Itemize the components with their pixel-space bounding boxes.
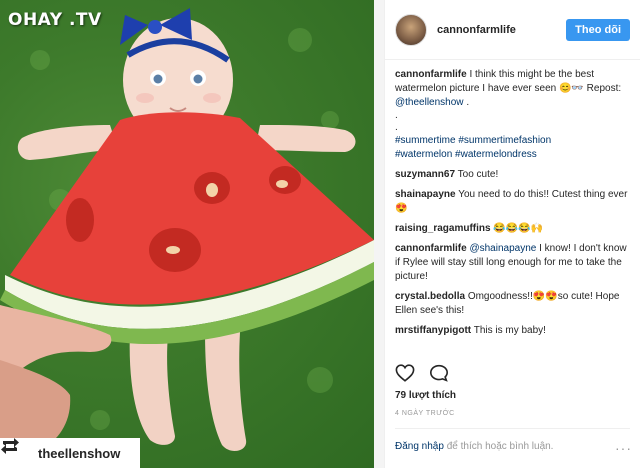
comment-username[interactable]: crystal.bedolla [395, 291, 465, 302]
comment-text: This is my baby! [473, 325, 546, 336]
caption-username[interactable]: cannonfarmlife [395, 69, 467, 80]
comments-list: cannonfarmlife I think this might be the… [385, 60, 640, 356]
comment: cannonfarmlife @shainapayne I know! I do… [395, 242, 630, 284]
hashtag[interactable]: #watermelon [395, 149, 452, 160]
hashtag[interactable]: #summertime [395, 135, 456, 146]
like-count[interactable]: 79 lượt thích [395, 390, 456, 401]
comment-username[interactable]: suzymann67 [395, 169, 455, 180]
caption-dot: . [395, 110, 398, 121]
hashtag-line: #summertime #summertimefashion [395, 134, 630, 148]
repost-bar: theellenshow [0, 438, 140, 468]
hashtag[interactable]: #summertimefashion [458, 135, 551, 146]
comment-text: Too cute! [457, 169, 499, 180]
comment-icon[interactable] [429, 364, 449, 382]
post-photo[interactable]: OHAY .TV theellenshow [0, 0, 374, 468]
comment: shainapayne You need to do this!! Cutest… [395, 188, 630, 216]
follow-button[interactable]: Theo dõi [566, 18, 630, 41]
comment-mention[interactable]: @shainapayne [469, 243, 536, 254]
login-prompt: Đăng nhập để thích hoặc bình luận. [395, 441, 553, 452]
avatar[interactable] [395, 13, 427, 46]
watermark-logo: OHAY .TV [8, 10, 102, 30]
comment-username[interactable]: mrstiffanypigott [395, 325, 471, 336]
login-link[interactable]: Đăng nhập [395, 441, 444, 452]
comment: mrstiffanypigott This is my baby! [395, 324, 630, 338]
caption-repost-prefix: Repost: [586, 83, 622, 94]
comment-text: 😂😂😂🙌 [493, 223, 544, 234]
heart-icon[interactable] [395, 364, 415, 382]
baby-watermelon-illustration [0, 8, 374, 455]
comment: raising_ragamuffins 😂😂😂🙌 [395, 222, 630, 236]
more-options-icon[interactable]: ··· [615, 440, 632, 456]
comment: suzymann67 Too cute! [395, 168, 630, 182]
comment: crystal.bedolla Omgoodness!!😍😍so cute! H… [395, 290, 630, 318]
divider [395, 428, 630, 429]
post-timestamp: 4 NGÀY TRƯỚC [395, 410, 455, 417]
action-bar [395, 364, 449, 382]
hashtag-line: #watermelon #watermelondress [395, 148, 630, 162]
post-header: cannonfarmlife Theo dõi [385, 0, 640, 60]
caption: cannonfarmlife I think this might be the… [395, 68, 630, 162]
caption-dot: . [395, 122, 398, 133]
repost-handle[interactable]: theellenshow [38, 446, 120, 461]
login-text: để thích hoặc bình luận. [443, 441, 554, 452]
caption-repost-handle[interactable]: @theellenshow [395, 97, 464, 108]
comment-username[interactable]: cannonfarmlife [395, 243, 467, 254]
repost-icon [1, 438, 30, 462]
post-sidebar: cannonfarmlife Theo dõi cannonfarmlife I… [384, 0, 640, 468]
hashtag[interactable]: #watermelondress [455, 149, 537, 160]
instagram-embed: OHAY .TV theellenshow cannonfarmlife The… [0, 0, 640, 468]
header-username[interactable]: cannonfarmlife [437, 24, 566, 36]
caption-repost-suffix: . [466, 97, 470, 108]
comment-username[interactable]: shainapayne [395, 189, 456, 200]
comment-username[interactable]: raising_ragamuffins [395, 223, 491, 234]
